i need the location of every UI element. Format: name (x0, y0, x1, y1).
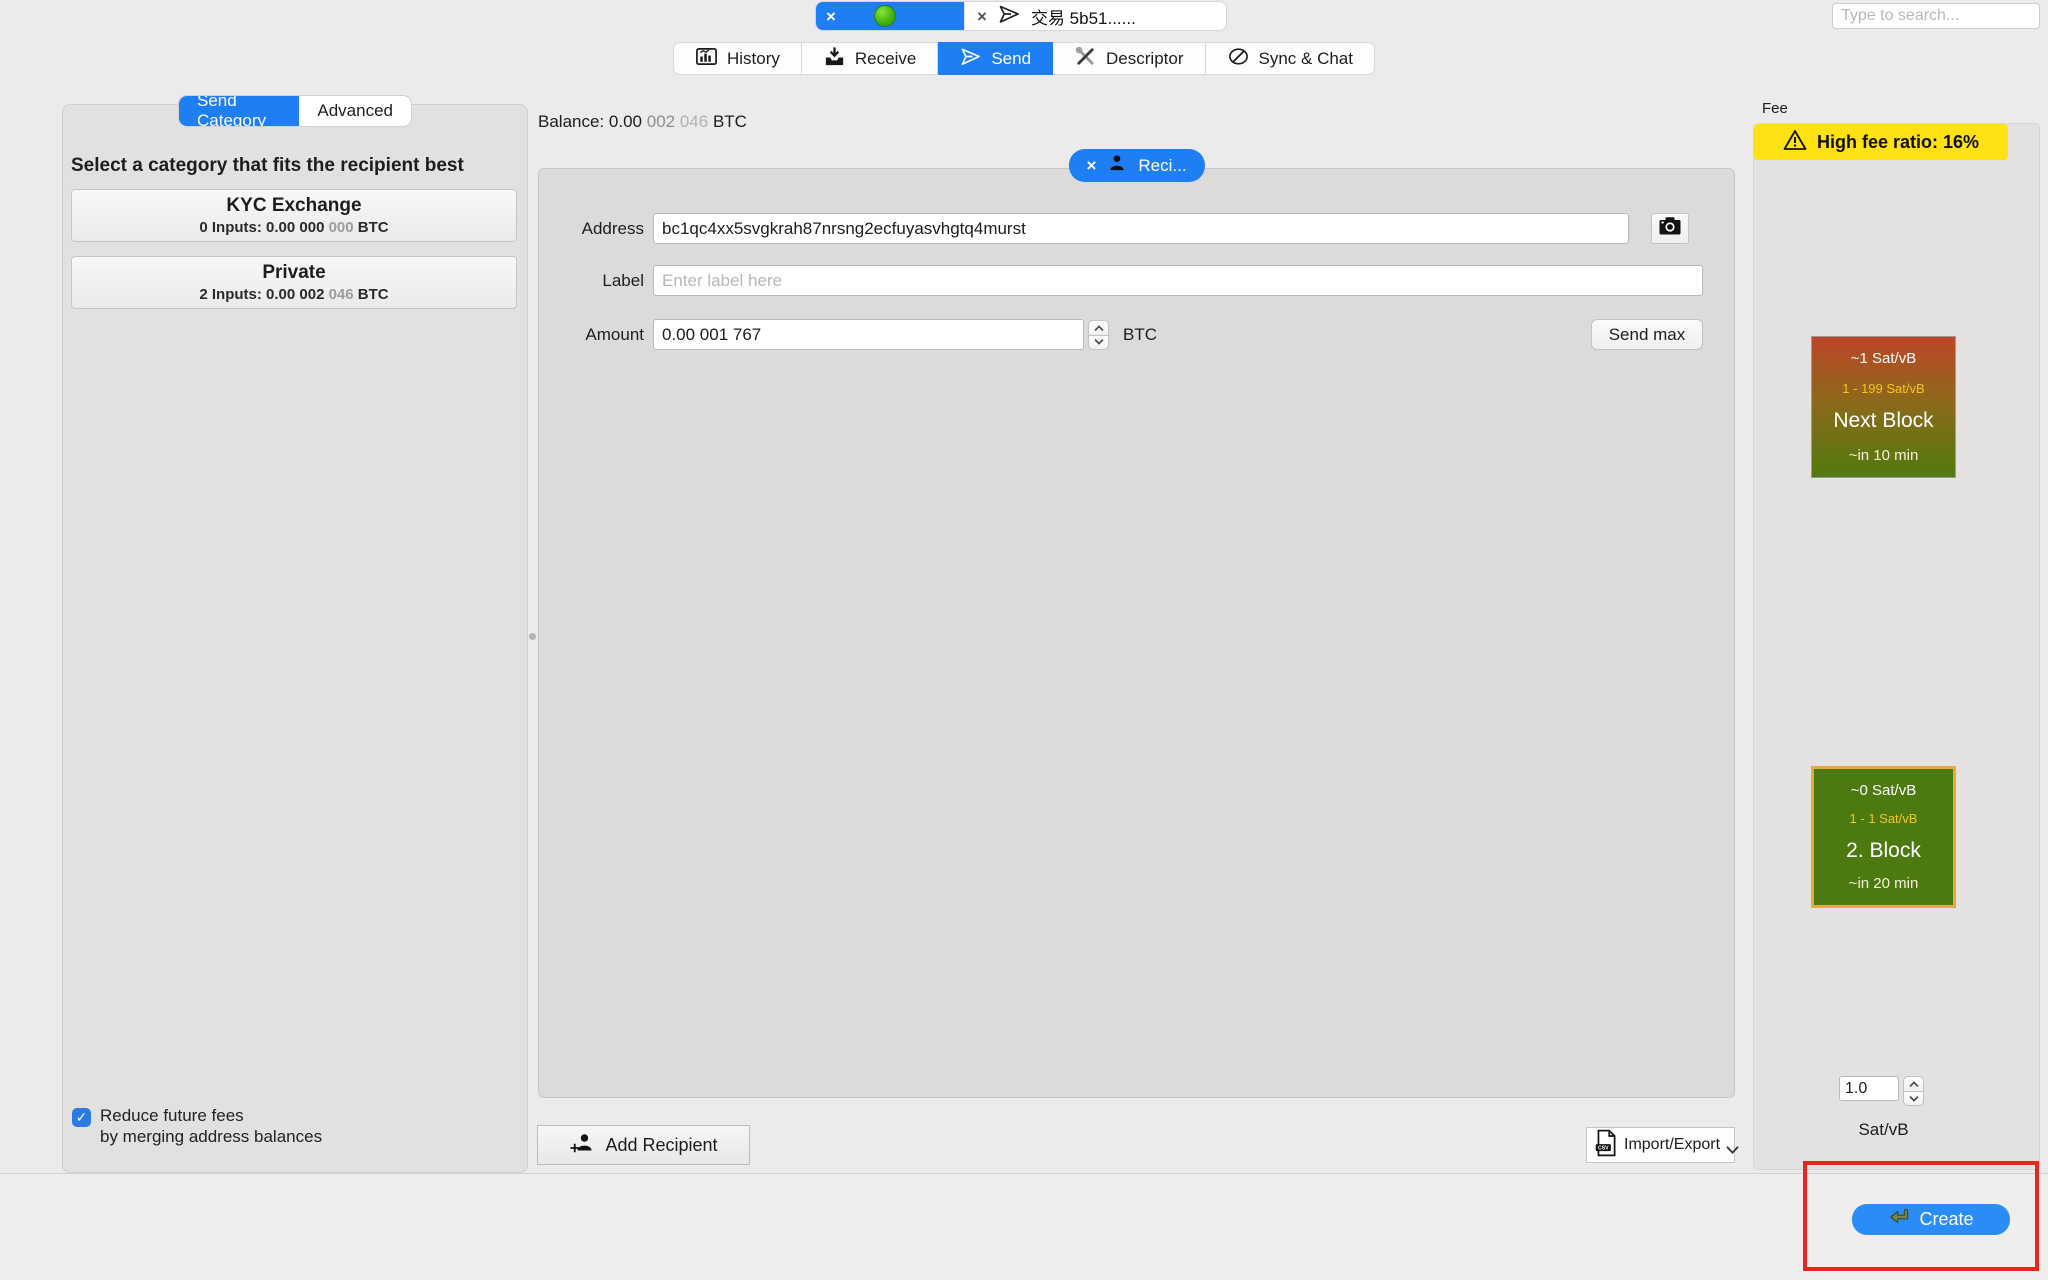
tab-advanced[interactable]: Advanced (299, 96, 411, 126)
add-recipient-button[interactable]: Add Recipient (537, 1125, 750, 1165)
amount-input[interactable] (653, 319, 1084, 350)
main-nav-tabs: History Receive Send Descriptor Sync & C… (673, 42, 1375, 75)
camera-scan-button[interactable] (1651, 213, 1689, 244)
history-icon (695, 45, 718, 73)
close-icon[interactable]: × (826, 8, 836, 25)
reduce-fees-option: ✓ Reduce future fees by merging address … (72, 1105, 322, 1148)
stepper-down-button[interactable] (1088, 335, 1109, 350)
receive-tray-icon (823, 45, 846, 73)
high-fee-warning: High fee ratio: 16% (1754, 124, 2008, 160)
fee-section-title: Fee (1762, 100, 1788, 117)
amount-stepper (1088, 320, 1109, 350)
tab-label: Send (991, 49, 1031, 69)
category-title: Private (262, 262, 325, 284)
address-input[interactable] (653, 213, 1629, 244)
category-private-button[interactable]: Private 2 Inputs: 0.00 002 046 BTC (71, 256, 517, 309)
send-category-panel: Send Category Advanced Select a category… (62, 104, 528, 1173)
category-kyc-exchange-button[interactable]: KYC Exchange 0 Inputs: 0.00 000 000 BTC (71, 189, 517, 242)
transaction-tab[interactable]: × 交易 5b51...... (964, 2, 1226, 30)
pen-chat-icon (1227, 45, 1250, 73)
fee-block-next[interactable]: ~1 Sat/vB 1 - 199 Sat/vB Next Block ~in … (1811, 336, 1956, 478)
wallet-tab[interactable]: × (816, 2, 964, 30)
amount-label: Amount (539, 325, 644, 345)
amount-row: Amount BTC Send max (539, 319, 1157, 350)
tab-receive[interactable]: Receive (802, 42, 938, 75)
fee-approx: ~0 Sat/vB (1851, 782, 1916, 799)
fee-rate-unit-label: Sat/vB (1811, 1120, 1956, 1140)
person-icon (1107, 153, 1127, 178)
create-button[interactable]: Create (1852, 1204, 2010, 1235)
fee-eta: ~in 10 min (1849, 447, 1919, 464)
balance-text: Balance: 0.00 002 046 BTC (538, 112, 747, 132)
add-person-icon (569, 1131, 595, 1160)
send-plane-icon (959, 45, 982, 73)
tab-label: History (727, 49, 780, 69)
window-tab-bar: × × 交易 5b51...... (816, 2, 1226, 30)
category-subtitle: 2 Inputs: 0.00 002 046 BTC (199, 286, 388, 303)
close-icon[interactable]: × (977, 8, 987, 25)
recipient-tab-label: Reci... (1138, 156, 1186, 176)
csv-file-icon: CSV (1593, 1129, 1619, 1162)
fee-approx: ~1 Sat/vB (1851, 350, 1916, 367)
close-icon[interactable]: × (1086, 157, 1096, 174)
tools-icon (1074, 45, 1097, 73)
stepper-down-button[interactable] (1903, 1091, 1924, 1106)
label-row: Label (539, 265, 1703, 296)
warning-icon (1783, 129, 1807, 156)
fee-rate-control (1839, 1076, 1924, 1106)
category-heading: Select a category that fits the recipien… (71, 155, 464, 177)
address-label: Address (539, 219, 644, 239)
fee-rate-stepper (1903, 1076, 1924, 1106)
left-segmented-control: Send Category Advanced (179, 96, 411, 126)
chevron-down-icon (1725, 1142, 1740, 1160)
category-subtitle: 0 Inputs: 0.00 000 000 BTC (199, 219, 388, 236)
import-export-label: Import/Export (1624, 1136, 1720, 1154)
recipient-panel: × Reci... Address Label Amount BTC Send … (538, 168, 1735, 1098)
return-arrow-icon (1888, 1208, 1910, 1231)
tab-label: Descriptor (1106, 49, 1183, 69)
reduce-fees-checkbox[interactable]: ✓ (72, 1108, 91, 1127)
tab-send[interactable]: Send (938, 42, 1053, 75)
fee-block-name: Next Block (1833, 409, 1933, 433)
fee-eta: ~in 20 min (1849, 875, 1919, 892)
label-label: Label (539, 271, 644, 291)
high-fee-warning-text: High fee ratio: 16% (1817, 132, 1979, 153)
transaction-tab-title: 交易 5b51...... (1031, 4, 1136, 29)
tab-label: Sync & Chat (1259, 49, 1354, 69)
label-input[interactable] (653, 265, 1703, 296)
fee-block-name: 2. Block (1846, 839, 1921, 863)
tab-sync-chat[interactable]: Sync & Chat (1206, 42, 1376, 75)
send-plane-icon (997, 2, 1021, 30)
recipient-tab[interactable]: × Reci... (1068, 149, 1204, 182)
create-button-label: Create (1919, 1209, 1973, 1230)
send-max-button[interactable]: Send max (1591, 319, 1703, 350)
stepper-up-button[interactable] (1088, 320, 1109, 335)
tab-descriptor[interactable]: Descriptor (1053, 42, 1205, 75)
fee-range: 1 - 1 Sat/vB (1850, 811, 1918, 826)
tab-send-category[interactable]: Send Category (179, 96, 299, 126)
panel-splitter-handle[interactable] (529, 633, 536, 640)
wallet-status-icon (874, 5, 896, 27)
stepper-up-button[interactable] (1903, 1076, 1924, 1091)
reduce-fees-label: Reduce future fees by merging address ba… (100, 1105, 322, 1148)
address-row: Address (539, 213, 1629, 244)
window-footer (0, 1173, 2048, 1280)
tab-history[interactable]: History (673, 42, 802, 75)
search-input[interactable] (1832, 3, 2040, 29)
fee-panel: High fee ratio: 16% ~1 Sat/vB 1 - 199 Sa… (1753, 123, 2040, 1170)
amount-unit-label: BTC (1123, 325, 1157, 345)
camera-icon (1658, 215, 1682, 242)
tab-label: Receive (855, 49, 916, 69)
fee-rate-input[interactable] (1839, 1076, 1899, 1101)
category-title: KYC Exchange (226, 195, 361, 217)
add-recipient-label: Add Recipient (605, 1135, 717, 1156)
svg-text:CSV: CSV (1598, 1145, 1609, 1151)
fee-range: 1 - 199 Sat/vB (1842, 381, 1924, 396)
fee-block-second-selected[interactable]: ~0 Sat/vB 1 - 1 Sat/vB 2. Block ~in 20 m… (1811, 766, 1956, 908)
import-export-dropdown[interactable]: CSV Import/Export (1586, 1127, 1735, 1163)
